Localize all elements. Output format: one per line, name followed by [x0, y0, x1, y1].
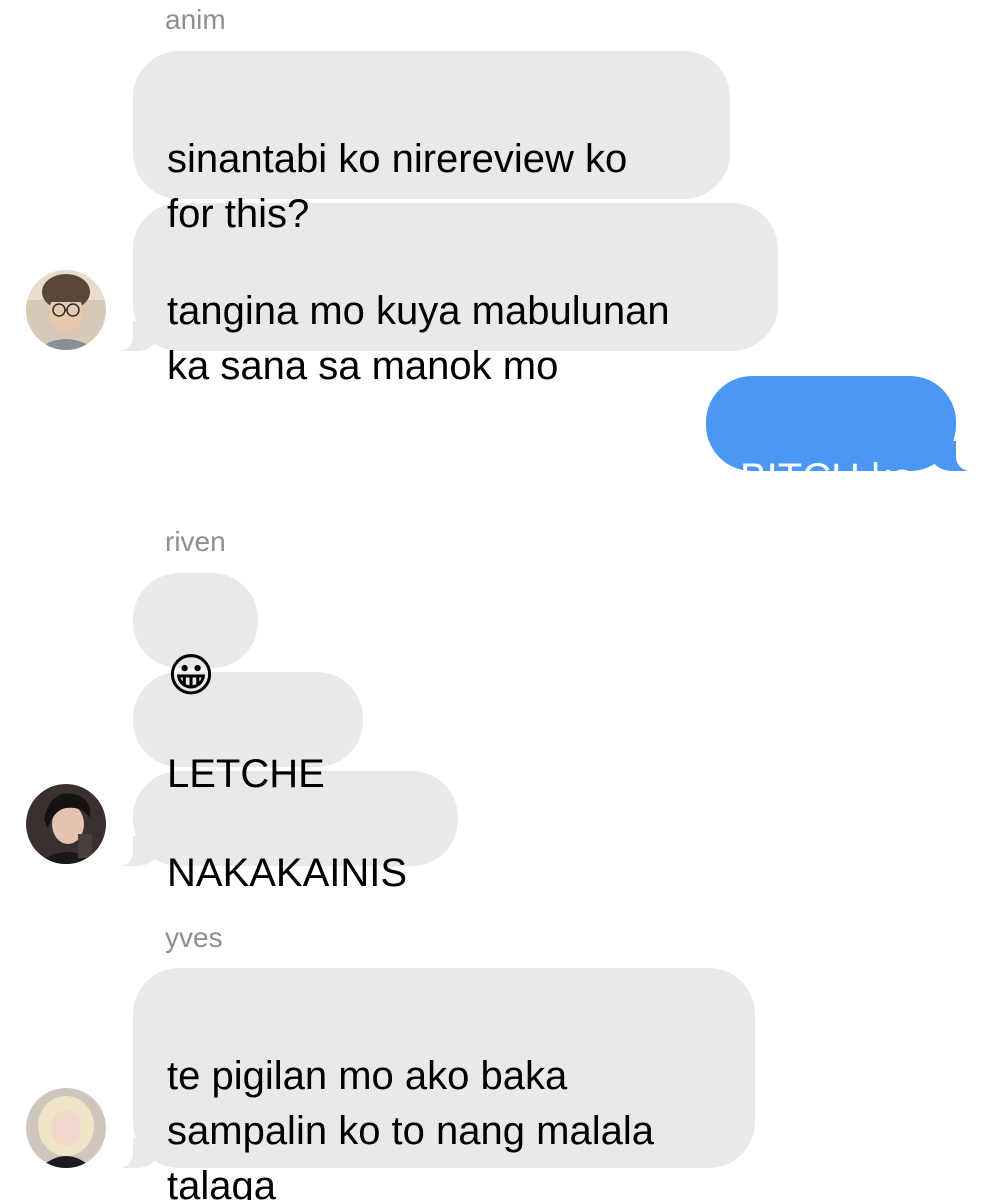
message-bubble[interactable]: 😀	[133, 573, 258, 701]
blonde-person-avatar-icon[interactable]	[26, 1088, 106, 1168]
message-text: tangina mo kuya mabulunan ka sana sa man…	[167, 289, 670, 388]
message-bubble[interactable]: te pigilan mo ako baka sampalin ko to na…	[107, 968, 755, 1200]
dark-haired-person-avatar-icon[interactable]	[26, 784, 106, 864]
message-bubble[interactable]: sinantabi ko nirereview ko for this?	[133, 51, 730, 236]
message-text: BITCH ka	[740, 456, 914, 500]
person-with-glasses-avatar-icon[interactable]	[26, 270, 106, 350]
sender-name-yves: yves	[165, 922, 223, 953]
message-text: LETCHE	[167, 752, 325, 796]
sender-name-riven: riven	[165, 526, 226, 557]
outgoing-message-bubble[interactable]: BITCH ka	[706, 376, 982, 500]
message-text: NAKAKAINIS	[167, 851, 408, 895]
sender-name-anim: anim	[165, 4, 226, 35]
grinning-face-emoji-icon: 😀	[167, 649, 215, 701]
message-text: te pigilan mo ako baka sampalin ko to na…	[167, 1054, 654, 1200]
